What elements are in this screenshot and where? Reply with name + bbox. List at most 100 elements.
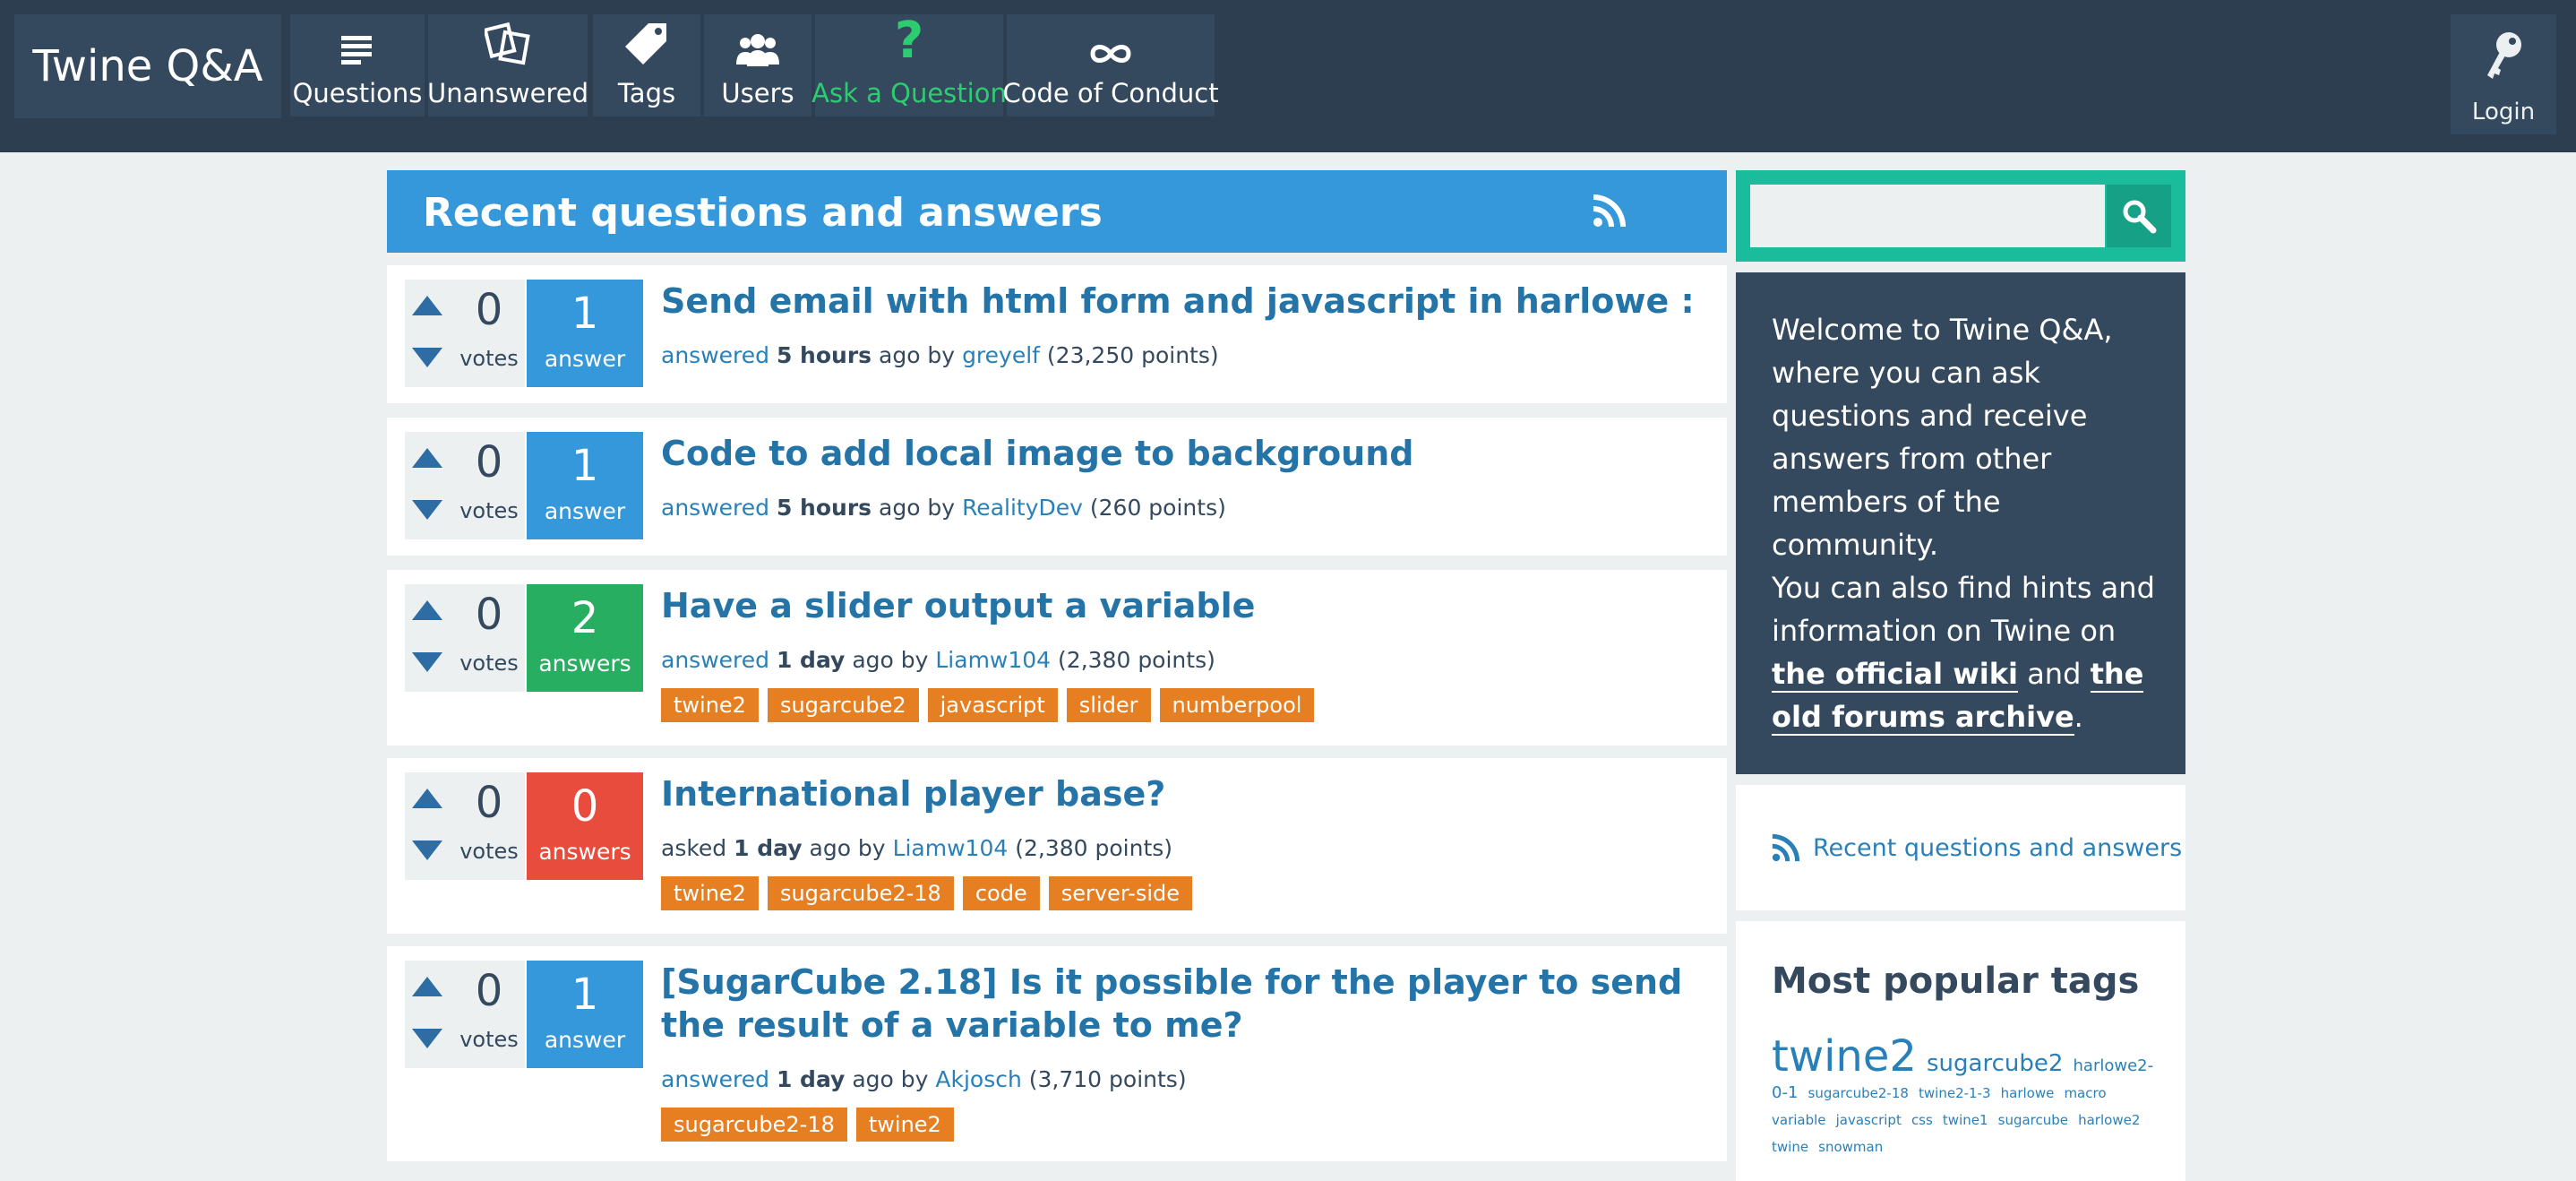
votes-label: votes	[459, 498, 519, 523]
user-link[interactable]: Akjosch	[935, 1066, 1021, 1092]
infinity-icon	[1087, 22, 1134, 66]
search-button[interactable]	[2107, 185, 2171, 247]
vote-box: 0 votes	[405, 584, 525, 692]
question-item: 0 votes 1 answer Code to add local image…	[387, 418, 1727, 556]
popular-tag[interactable]: harlowe2	[2078, 1112, 2140, 1128]
ago-by: ago by	[879, 495, 956, 521]
vote-up-icon[interactable]	[412, 977, 442, 996]
tag-list: twine2 sugarcube2-18 code server-side	[661, 876, 1192, 910]
question-item: 0 votes 1 answer Send email with html fo…	[387, 265, 1727, 403]
question-item: 0 votes 0 answers International player b…	[387, 758, 1727, 934]
nav-code-of-conduct[interactable]: Code of Conduct	[1002, 14, 1219, 116]
popular-tag[interactable]: variable	[1772, 1112, 1826, 1128]
question-item: 0 votes 2 answers Have a slider output a…	[387, 570, 1727, 746]
answer-label: answer	[544, 1027, 626, 1053]
popular-tag[interactable]: javascript	[1836, 1112, 1902, 1128]
popular-tags-panel: Most popular tags twine2 sugarcube2 harl…	[1736, 921, 2185, 1181]
search-input[interactable]	[1750, 185, 2105, 247]
answer-label: answers	[538, 839, 631, 865]
answer-count-box: 0 answers	[527, 772, 643, 880]
main-heading-bar: Recent questions and answers	[387, 170, 1727, 253]
nav-questions[interactable]: Questions	[290, 14, 425, 116]
vote-box: 0 votes	[405, 280, 525, 387]
question-title[interactable]: [SugarCube 2.18] Is it possible for the …	[661, 961, 1709, 1047]
vote-down-icon[interactable]	[412, 652, 442, 672]
popular-tag[interactable]: macro	[2064, 1085, 2106, 1101]
tag[interactable]: numberpool	[1159, 688, 1315, 722]
action-link[interactable]: answered	[661, 495, 769, 521]
welcome-text: Welcome to Twine Q&A, where you can ask …	[1772, 313, 2113, 562]
answer-count: 0	[571, 781, 599, 832]
vote-up-icon[interactable]	[412, 448, 442, 468]
nav-unanswered[interactable]: Unanswered	[427, 14, 588, 116]
tag[interactable]: code	[962, 876, 1040, 910]
key-icon	[2484, 30, 2523, 86]
popular-tag[interactable]: twine2-1-3	[1919, 1085, 1991, 1101]
tag-cloud: twine2 sugarcube2 harlowe2-0-1 sugarcube…	[1772, 1035, 2166, 1160]
site-logo[interactable]: Twine Q&A	[14, 14, 281, 118]
tag[interactable]: twine2	[855, 1108, 954, 1142]
search-icon	[2123, 200, 2157, 234]
time-ago: 5 hours	[776, 495, 872, 521]
recent-feed-link[interactable]: Recent questions and answers	[1772, 833, 2182, 862]
ago-by: ago by	[852, 1066, 929, 1092]
vote-down-icon[interactable]	[412, 1029, 442, 1048]
tag[interactable]: twine2	[661, 876, 759, 910]
popular-tag[interactable]: sugarcube	[1998, 1112, 2068, 1128]
tag[interactable]: server-side	[1048, 876, 1192, 910]
votes-label: votes	[459, 1027, 519, 1052]
popular-tag[interactable]: twine2	[1772, 1031, 1917, 1082]
tag[interactable]: sugarcube2	[767, 688, 919, 722]
popular-tag[interactable]: sugarcube2	[1927, 1050, 2063, 1077]
user-link[interactable]: Liamw104	[935, 647, 1051, 673]
question-title[interactable]: Code to add local image to background	[661, 432, 1709, 475]
ago-by: ago by	[809, 835, 886, 861]
action-link[interactable]: answered	[661, 647, 769, 673]
tag[interactable]: sugarcube2-18	[661, 1108, 847, 1142]
popular-tag[interactable]: sugarcube2-18	[1808, 1085, 1909, 1101]
popular-tag[interactable]: harlowe	[2001, 1085, 2055, 1101]
questions-icon	[339, 22, 375, 66]
popular-tag[interactable]: snowman	[1818, 1139, 1883, 1155]
vote-up-icon[interactable]	[412, 296, 442, 315]
votes-label: votes	[459, 839, 519, 864]
time-ago: 1 day	[776, 647, 846, 673]
users-icon	[734, 22, 781, 66]
nav-ask-question[interactable]: ? Ask a Question	[811, 14, 1007, 116]
wiki-link[interactable]: the official wiki	[1772, 657, 2019, 693]
tag-list: sugarcube2-18 twine2	[661, 1108, 954, 1142]
popular-tag[interactable]: twine1	[1943, 1112, 1988, 1128]
user-link[interactable]: greyelf	[962, 342, 1040, 368]
answer-count-box: 2 answers	[527, 584, 643, 692]
action-link[interactable]: answered	[661, 342, 769, 368]
vote-up-icon[interactable]	[412, 789, 442, 808]
question-title[interactable]: International player base?	[661, 772, 1709, 815]
vote-down-icon[interactable]	[412, 500, 442, 520]
rss-icon	[1772, 833, 1800, 862]
vote-down-icon[interactable]	[412, 348, 442, 367]
question-title[interactable]: Send email with html form and javascript…	[661, 280, 1709, 323]
tag[interactable]: sugarcube2-18	[767, 876, 954, 910]
tag[interactable]: slider	[1066, 688, 1151, 722]
action-link[interactable]: answered	[661, 1066, 769, 1092]
nav-users[interactable]: Users	[704, 14, 811, 116]
answer-label: answer	[544, 498, 626, 524]
user-points: (3,710 points)	[1028, 1066, 1187, 1092]
popular-tag[interactable]: twine	[1772, 1139, 1808, 1155]
tag[interactable]: javascript	[927, 688, 1058, 722]
user-link[interactable]: Liamw104	[893, 835, 1009, 861]
question-meta: asked 1 day ago by Liamw104 (2,380 point…	[661, 835, 1172, 861]
user-points: (260 points)	[1089, 495, 1226, 521]
rss-feed-icon[interactable]	[1593, 194, 1627, 231]
welcome-panel: Welcome to Twine Q&A, where you can ask …	[1736, 272, 2185, 774]
question-title[interactable]: Have a slider output a variable	[661, 584, 1709, 627]
vote-down-icon[interactable]	[412, 840, 442, 860]
vote-count: 0	[475, 437, 503, 487]
vote-up-icon[interactable]	[412, 600, 442, 620]
tag[interactable]: twine2	[661, 688, 759, 722]
user-link[interactable]: RealityDev	[962, 495, 1083, 521]
login-button[interactable]: Login	[2451, 14, 2556, 134]
popular-tag[interactable]: css	[1911, 1112, 1933, 1128]
answer-label: answer	[544, 346, 626, 372]
nav-tags[interactable]: Tags	[593, 14, 700, 116]
